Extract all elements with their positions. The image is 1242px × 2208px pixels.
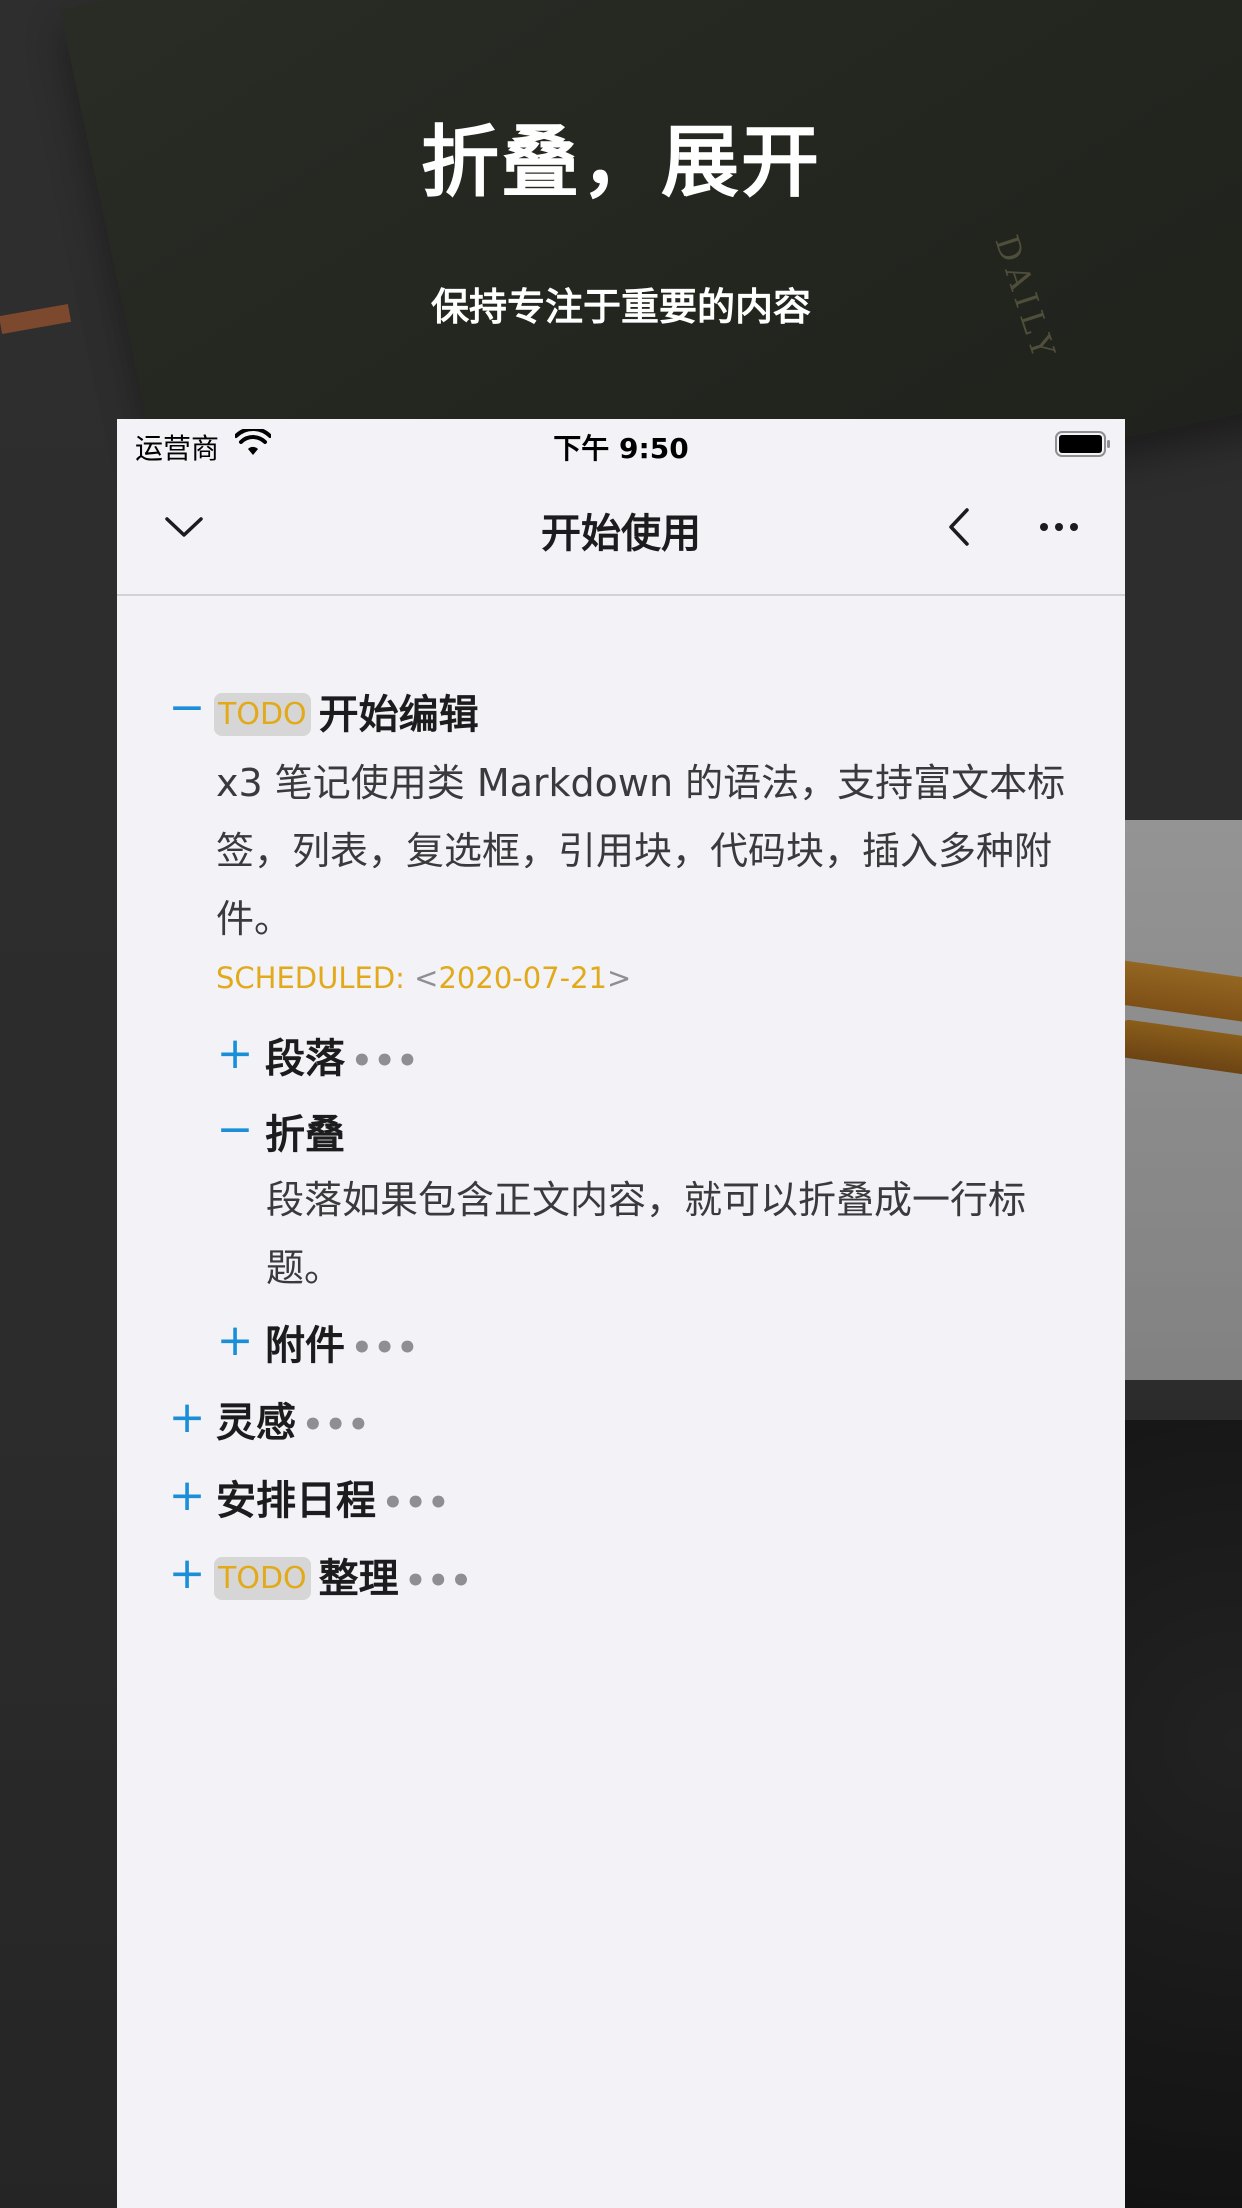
- child-heading[interactable]: 附件 •••: [265, 1313, 419, 1371]
- navigation-bar: 开始使用: [117, 469, 1125, 596]
- promo-title: 折叠，展开: [420, 118, 821, 208]
- back-chevron-icon[interactable]: [929, 497, 989, 557]
- item-title: 整理: [318, 1556, 399, 1602]
- folded-ellipsis: •••: [302, 1405, 371, 1445]
- child-heading[interactable]: 折叠: [265, 1102, 345, 1160]
- item-heading[interactable]: TODO 整理 •••: [214, 1546, 473, 1604]
- child-body[interactable]: 段落如果包含正文内容，就可以折叠成一行标题。: [266, 1166, 1056, 1302]
- folded-ellipsis: •••: [404, 1561, 473, 1601]
- folded-ellipsis: •••: [351, 1328, 420, 1368]
- item-title: 开始编辑: [318, 692, 479, 738]
- more-options-icon[interactable]: [1029, 497, 1089, 557]
- status-time: 下午 9:50: [553, 432, 689, 465]
- item-title: 安排日程: [216, 1478, 376, 1524]
- scheduled-label: SCHEDULED:: [216, 961, 415, 995]
- expand-plus-icon[interactable]: +: [167, 1552, 207, 1596]
- todo-badge[interactable]: TODO: [214, 693, 311, 736]
- item-body[interactable]: x3 笔记使用类 Markdown 的语法，支持富文本标签，列表，复选框，引用块…: [216, 749, 1086, 953]
- scheduled-line[interactable]: SCHEDULED: <2020-07-21>: [216, 961, 631, 995]
- scheduled-open: <: [414, 961, 439, 995]
- status-bar: 运营商 下午 9:50: [117, 419, 1125, 469]
- child-title: 段落: [265, 1036, 345, 1082]
- phone-screen: 运营商 下午 9:50 开始使用 − TODO 开始编辑 x3 笔记使用类 Ma…: [117, 419, 1125, 2208]
- battery-icon: [1055, 431, 1110, 457]
- expand-plus-icon[interactable]: +: [215, 1032, 255, 1076]
- item-title: 灵感: [216, 1400, 296, 1446]
- item-heading[interactable]: 灵感 •••: [216, 1390, 370, 1448]
- child-title: 折叠: [265, 1112, 345, 1158]
- scheduled-date: 2020-07-21: [438, 961, 608, 995]
- item-heading[interactable]: TODO 开始编辑: [214, 682, 479, 740]
- child-title: 附件: [265, 1323, 345, 1369]
- expand-plus-icon[interactable]: +: [167, 1474, 207, 1518]
- expand-plus-icon[interactable]: +: [167, 1396, 207, 1440]
- promo-subtitle: 保持专注于重要的内容: [430, 285, 811, 329]
- item-heading[interactable]: 安排日程 •••: [216, 1468, 450, 1526]
- collapse-minus-icon[interactable]: −: [215, 1108, 255, 1152]
- collapse-minus-icon[interactable]: −: [167, 686, 207, 730]
- folded-ellipsis: •••: [351, 1041, 420, 1081]
- child-heading[interactable]: 段落 •••: [265, 1026, 419, 1084]
- scheduled-close: >: [607, 961, 632, 995]
- folded-ellipsis: •••: [382, 1483, 451, 1523]
- expand-plus-icon[interactable]: +: [215, 1319, 255, 1363]
- todo-badge[interactable]: TODO: [214, 1557, 311, 1600]
